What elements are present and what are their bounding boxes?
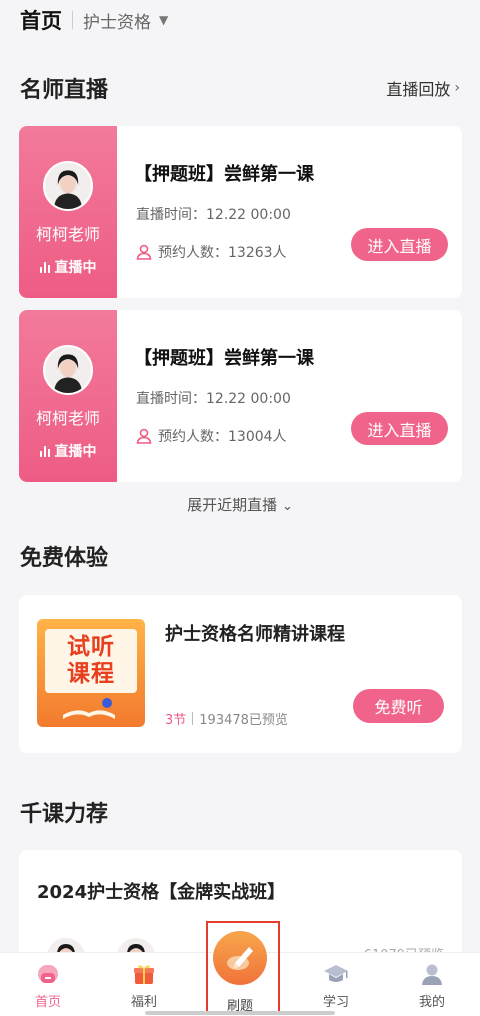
home-icon[interactable] — [35, 961, 61, 987]
trial-cover-text: 试听 课程 — [45, 629, 137, 693]
booked-value: 13004人 — [228, 429, 287, 445]
preview-count: 193478已预览 — [199, 713, 288, 728]
chevron-down-icon[interactable]: ⌄ — [282, 499, 293, 514]
graduation-cap-icon[interactable] — [323, 961, 349, 987]
exam-selector[interactable]: 护士资格 — [83, 8, 151, 33]
trial-course-cover[interactable]: 试听 课程 — [37, 619, 145, 727]
teacher-avatar — [43, 161, 93, 211]
live-card[interactable]: 柯柯老师 直播中 【押题班】尝鲜第一课 直播时间：12.22 00:00 预约人… — [19, 126, 462, 298]
teacher-name: 柯柯老师 — [35, 225, 100, 244]
live-bars-icon — [39, 261, 50, 273]
teacher-panel: 柯柯老师 直播中 — [19, 126, 117, 298]
top-bar: 首页 护士资格 ▼ — [0, 0, 480, 40]
live-status: 直播中 — [39, 441, 97, 461]
free-listen-button[interactable]: 免费听 — [353, 689, 444, 723]
free-course-meta: 3节 193478已预览 — [165, 709, 288, 728]
tab-label[interactable]: 学习 — [323, 991, 349, 1010]
tab-home[interactable]: 首页 — [0, 953, 96, 1016]
free-course-card[interactable]: 试听 课程 护士资格名师精讲课程 3节 193478已预览 免费听 — [19, 595, 462, 753]
booked-count: 预约人数：13004人 — [136, 426, 287, 446]
lesson-count: 3节 — [165, 713, 187, 728]
live-bars-icon — [39, 445, 50, 457]
live-time-label: 直播时间： — [136, 391, 206, 407]
live-time-value: 12.22 00:00 — [206, 207, 291, 223]
free-course-title[interactable]: 护士资格名师精讲课程 — [165, 621, 365, 649]
live-section-title: 名师直播 — [20, 78, 109, 103]
expand-live-link[interactable]: 展开近期直播 ⌄ — [0, 494, 480, 515]
recommend-section-title: 千课力荐 — [20, 802, 109, 827]
teacher-avatar — [43, 345, 93, 395]
free-section-title: 免费体验 — [20, 546, 109, 571]
booked-label: 预约人数： — [158, 245, 228, 261]
recommend-course-title[interactable]: 2024护士资格【金牌实战班】 — [37, 878, 285, 904]
tab-label[interactable]: 福利 — [131, 991, 157, 1010]
booked-value: 13263人 — [228, 245, 287, 261]
live-status: 直播中 — [39, 257, 97, 277]
live-status-label: 直播中 — [54, 260, 97, 276]
live-card[interactable]: 柯柯老师 直播中 【押题班】尝鲜第一课 直播时间：12.22 00:00 预约人… — [19, 310, 462, 482]
booked-count: 预约人数：13263人 — [136, 242, 287, 262]
teacher-name: 柯柯老师 — [35, 409, 100, 428]
live-time: 直播时间：12.22 00:00 — [136, 388, 291, 408]
enter-live-button[interactable]: 进入直播 — [351, 412, 448, 445]
practice-tab-highlight — [206, 921, 280, 1013]
course-title[interactable]: 【押题班】尝鲜第一课 — [134, 160, 314, 186]
gift-icon[interactable] — [131, 961, 157, 987]
tab-study[interactable]: 学习 — [288, 953, 384, 1016]
live-time-value: 12.22 00:00 — [206, 391, 291, 407]
live-time: 直播时间：12.22 00:00 — [136, 204, 291, 224]
replay-link[interactable]: 直播回放 › — [386, 76, 460, 100]
person-icon — [136, 428, 152, 444]
enter-live-button[interactable]: 进入直播 — [351, 228, 448, 261]
live-status-label: 直播中 — [54, 444, 97, 460]
trial-cover-line: 试听 — [67, 634, 115, 660]
tab-label[interactable]: 首页 — [35, 991, 61, 1010]
title-divider — [72, 11, 73, 29]
course-title[interactable]: 【押题班】尝鲜第一课 — [134, 344, 314, 370]
teacher-panel: 柯柯老师 直播中 — [19, 310, 117, 482]
tab-mine[interactable]: 我的 — [384, 953, 480, 1016]
meta-divider — [192, 712, 194, 725]
person-icon — [136, 244, 152, 260]
replay-link-label[interactable]: 直播回放 — [386, 76, 450, 100]
user-icon[interactable] — [419, 961, 445, 987]
booked-label: 预约人数： — [158, 429, 228, 445]
live-time-label: 直播时间： — [136, 207, 206, 223]
expand-label[interactable]: 展开近期直播 — [187, 496, 277, 514]
caret-down-icon[interactable]: ▼ — [159, 13, 168, 27]
tab-label[interactable]: 我的 — [419, 991, 445, 1010]
home-indicator — [145, 1011, 335, 1015]
chevron-right-icon[interactable]: › — [454, 80, 460, 96]
trial-cover-line: 课程 — [67, 661, 115, 687]
page-title: 首页 — [20, 8, 62, 33]
book-icon — [63, 698, 115, 719]
tab-welfare[interactable]: 福利 — [96, 953, 192, 1016]
